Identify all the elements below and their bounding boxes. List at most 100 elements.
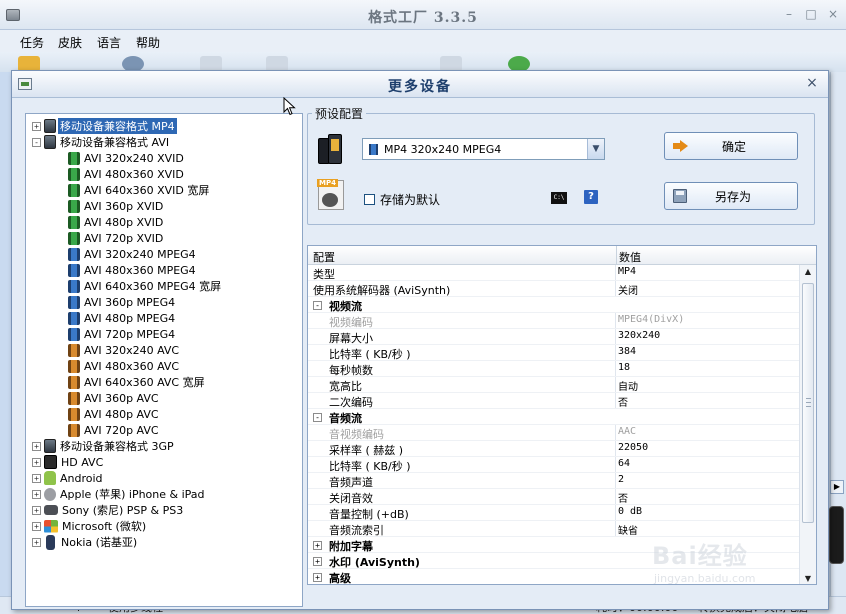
maximize-icon[interactable]: □ — [804, 7, 818, 21]
expand-icon[interactable]: + — [32, 473, 41, 483]
property-value[interactable]: 否 — [618, 490, 628, 505]
grid-row[interactable]: 关闭音效否 — [308, 489, 799, 505]
menu-skin[interactable]: 皮肤 — [58, 34, 82, 51]
device-tree[interactable]: + 移动设备兼容格式 MP4 - 移动设备兼容格式 AVI AVI 320x240 XV… — [25, 113, 303, 607]
tree-item[interactable]: AVI 360p AVC — [68, 390, 159, 406]
tree-item[interactable]: AVI 720p AVC — [68, 422, 159, 438]
expand-icon[interactable]: + — [32, 521, 41, 531]
property-value[interactable]: 64 — [618, 458, 630, 469]
scroll-down-icon[interactable]: ▼ — [803, 574, 813, 583]
tree-category[interactable]: + Apple (苹果) iPhone & iPad — [32, 486, 205, 502]
grid-row[interactable]: 音频声道 2 — [308, 473, 799, 489]
tree-category[interactable]: + Sony (索尼) PSP & PS3 — [32, 502, 183, 518]
ok-button[interactable]: 确定 — [664, 132, 798, 160]
property-value[interactable]: 否 — [618, 394, 628, 409]
tree-item[interactable]: AVI 320x240 AVC — [68, 342, 179, 358]
tree-item[interactable]: AVI 720p XVID — [68, 230, 163, 246]
tree-item[interactable]: AVI 640x360 MPEG4 宽屏 — [68, 278, 221, 294]
property-value[interactable]: 0 dB — [618, 506, 642, 517]
tree-label: AVI 480x360 MPEG4 — [84, 263, 196, 277]
grid-row[interactable]: 屏幕大小 320x240 — [308, 329, 799, 345]
film-blue-icon — [369, 143, 378, 155]
tree-item[interactable]: AVI 320x240 XVID — [68, 150, 184, 166]
film-green-icon — [68, 215, 80, 229]
film-blue-icon — [68, 247, 80, 261]
tree-category[interactable]: + 移动设备兼容格式 MP4 — [32, 118, 177, 134]
dialog-close-icon[interactable]: × — [804, 75, 820, 91]
minimize-icon[interactable]: – — [782, 7, 796, 21]
grid-row[interactable]: 每秒帧数 18 — [308, 361, 799, 377]
property-value[interactable]: 关闭 — [618, 282, 638, 297]
tree-item[interactable]: AVI 480x360 MPEG4 — [68, 262, 196, 278]
grid-scrollbar[interactable]: ▲ ▼ — [799, 265, 816, 584]
scroll-up-icon[interactable]: ▲ — [803, 267, 813, 276]
property-value[interactable]: 22050 — [618, 442, 648, 453]
grid-row[interactable]: 音视频编码 AAC — [308, 425, 799, 441]
save-as-button[interactable]: 另存为 — [664, 182, 798, 210]
tree-item[interactable]: AVI 480x360 AVC — [68, 358, 179, 374]
tree-category[interactable]: + HD AVC — [32, 454, 103, 470]
tree-item[interactable]: AVI 480p AVC — [68, 406, 159, 422]
tree-category[interactable]: + Microsoft (微软) — [32, 518, 146, 534]
property-value[interactable]: 18 — [618, 362, 630, 373]
grid-row[interactable]: 视频编码 MPEG4(DivX) — [308, 313, 799, 329]
grid-group-row[interactable]: - 音频流 — [308, 409, 799, 425]
tree-item[interactable]: AVI 480p MPEG4 — [68, 310, 175, 326]
tree-item[interactable]: AVI 360p MPEG4 — [68, 294, 175, 310]
tree-category[interactable]: + 移动设备兼容格式 3GP — [32, 438, 174, 454]
grid-row[interactable]: 宽高比 自动 — [308, 377, 799, 393]
tree-item[interactable]: AVI 720p MPEG4 — [68, 326, 175, 342]
tree-category[interactable]: + Android — [32, 470, 103, 486]
property-value[interactable]: 384 — [618, 346, 636, 357]
checkbox-box[interactable] — [364, 194, 375, 205]
grid-row[interactable]: 类型 MP4 — [308, 265, 799, 281]
menu-language[interactable]: 语言 — [97, 34, 121, 51]
more-devices-dialog: 更多设备 × + 移动设备兼容格式 MP4 - 移动设备兼容格式 AVI AVI 320… — [11, 70, 829, 610]
close-icon[interactable]: × — [826, 7, 840, 21]
property-value[interactable]: 缺省 — [618, 522, 638, 537]
property-value[interactable]: 320x240 — [618, 330, 660, 341]
expand-icon[interactable]: + — [32, 505, 41, 515]
tree-item[interactable]: AVI 360p XVID — [68, 198, 163, 214]
tree-category[interactable]: + Nokia (诺基亚) — [32, 534, 137, 550]
tree-category[interactable]: - 移动设备兼容格式 AVI — [32, 134, 169, 150]
grid-row[interactable]: 二次编码否 — [308, 393, 799, 409]
menu-help[interactable]: 帮助 — [136, 34, 160, 51]
tree-item[interactable]: AVI 480p XVID — [68, 214, 163, 230]
collapse-icon[interactable]: - — [313, 413, 322, 422]
watermark-url: jingyan.baidu.com — [654, 572, 756, 585]
grid-row[interactable]: 采样率 ( 赫兹 ) 22050 — [308, 441, 799, 457]
expand-icon[interactable]: + — [313, 541, 322, 550]
scroll-thumb[interactable] — [802, 283, 814, 523]
scroll-right-icon[interactable]: ▶ — [830, 480, 844, 494]
tree-item[interactable]: AVI 640x360 XVID 宽屏 — [68, 182, 209, 198]
menu-task[interactable]: 任务 — [20, 34, 44, 51]
grid-row[interactable]: 比特率 ( KB/秒 ) 384 — [308, 345, 799, 361]
property-value[interactable]: 自动 — [618, 378, 638, 393]
expand-icon[interactable]: + — [313, 557, 322, 566]
chevron-down-icon[interactable]: ▼ — [587, 139, 604, 159]
save-default-checkbox[interactable]: 存储为默认 — [364, 191, 440, 208]
grid-row[interactable]: 比特率 ( KB/秒 ) 64 — [308, 457, 799, 473]
expand-icon[interactable]: + — [32, 441, 41, 451]
grid-row[interactable]: 使用系统解码器 (AviSynth) 关闭 — [308, 281, 799, 297]
property-value[interactable]: 2 — [618, 474, 624, 485]
tree-label: AVI 320x240 XVID — [84, 151, 184, 165]
help-icon[interactable]: ? — [584, 190, 598, 204]
tree-item[interactable]: AVI 480x360 XVID — [68, 166, 184, 182]
collapse-icon[interactable]: - — [313, 301, 322, 310]
tree-item[interactable]: AVI 320x240 MPEG4 — [68, 246, 196, 262]
grid-row[interactable]: 音量控制 (+dB) 0 dB — [308, 505, 799, 521]
expand-icon[interactable]: + — [32, 489, 41, 499]
preset-select[interactable]: MP4 320x240 MPEG4 ▼ — [362, 138, 605, 160]
save-disk-icon — [673, 189, 687, 203]
tree-item[interactable]: AVI 640x360 AVC 宽屏 — [68, 374, 205, 390]
expand-icon[interactable]: + — [32, 121, 41, 131]
expand-icon[interactable]: + — [32, 537, 41, 547]
command-line-icon[interactable]: C:\ — [551, 192, 567, 204]
collapse-icon[interactable]: - — [32, 137, 41, 147]
property-value[interactable]: MP4 — [618, 266, 636, 277]
expand-icon[interactable]: + — [313, 573, 322, 582]
grid-group-row[interactable]: - 视频流 — [308, 297, 799, 313]
expand-icon[interactable]: + — [32, 457, 41, 467]
